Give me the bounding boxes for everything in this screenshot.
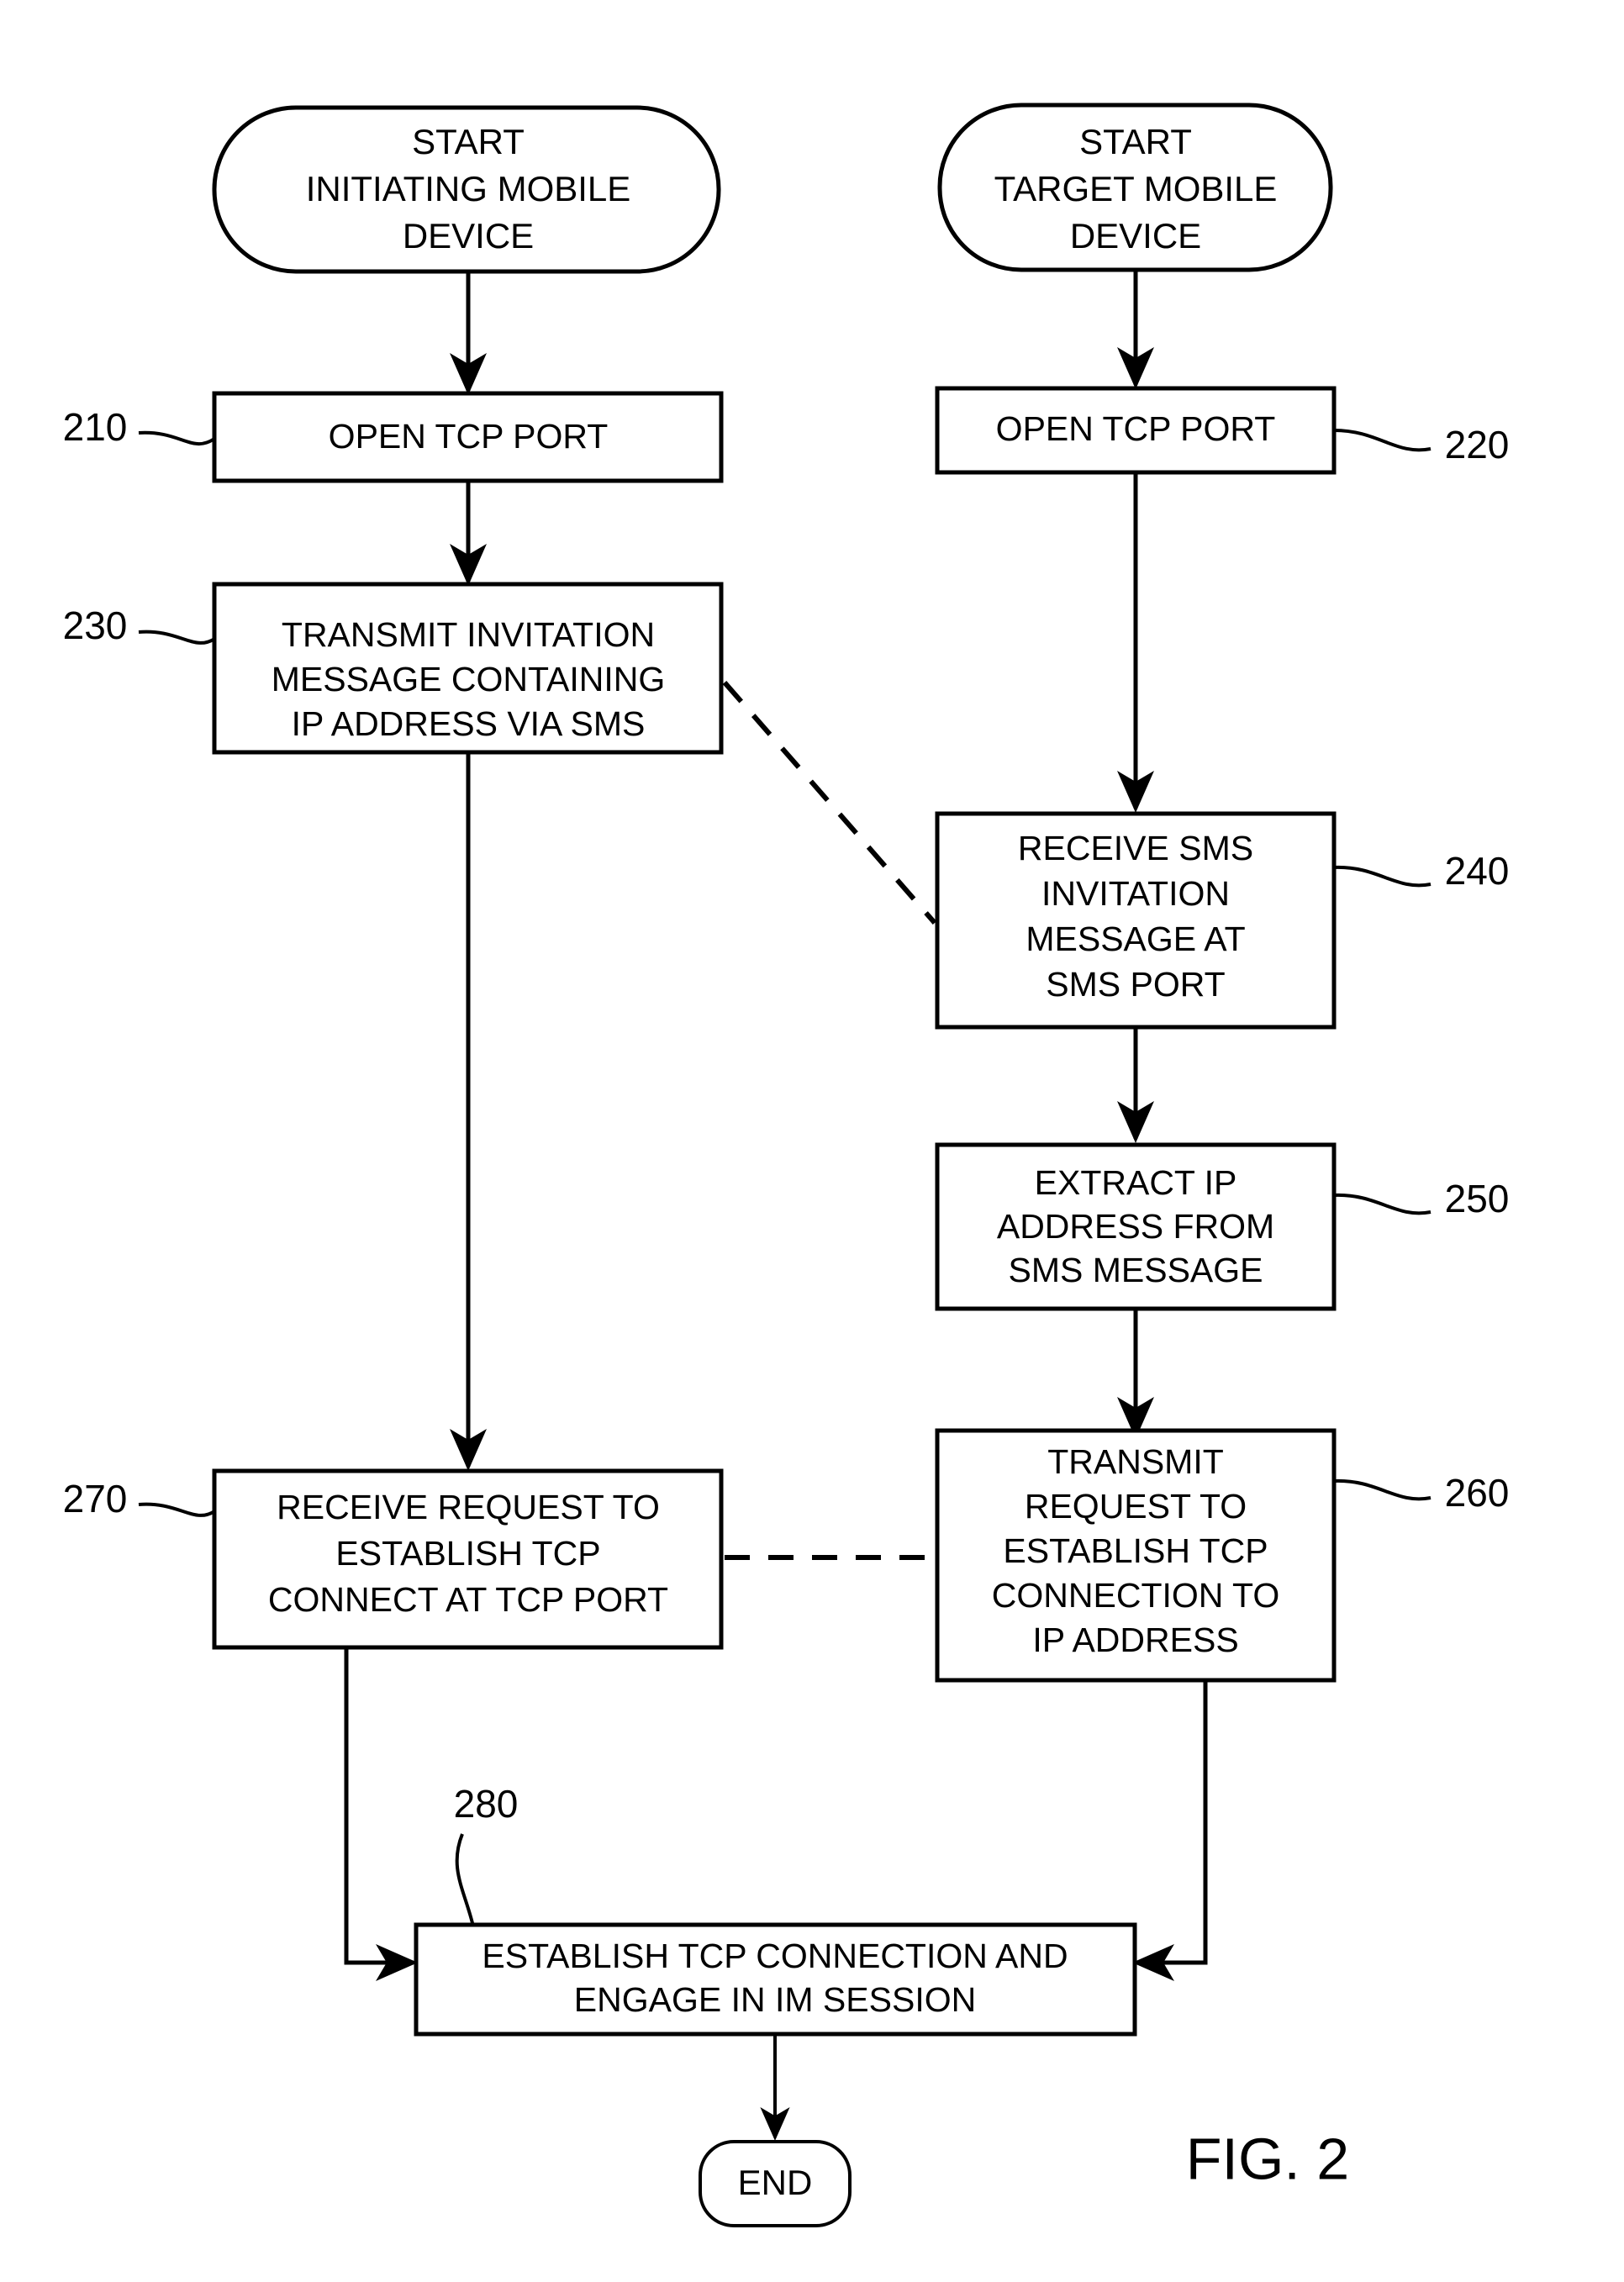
node-open-tcp-port-target: OPEN TCP PORT <box>935 386 1337 475</box>
reference-numeral-220: 220 <box>1445 423 1510 466</box>
node-label-250-line-2: SMS MESSAGE <box>1008 1251 1263 1289</box>
figure-label: FIG. 2 <box>1186 2126 1349 2191</box>
node-label-240-line-3: SMS PORT <box>1046 965 1225 1004</box>
reference-numeral-260: 260 <box>1445 1471 1510 1515</box>
node-label-280-line-0: ESTABLISH TCP CONNECTION AND <box>482 1937 1068 1975</box>
node-label-270-line-2: CONNECT AT TCP PORT <box>268 1580 668 1619</box>
node-transmit-request-establish-tcp: TRANSMIT REQUEST TO ESTABLISH TCP CONNEC… <box>935 1428 1337 1683</box>
reference-numeral-210: 210 <box>63 405 128 449</box>
node-start-initiating-mobile-device: START INITIATING MOBILE DEVICE <box>212 105 721 274</box>
reference-numeral-250: 250 <box>1445 1177 1510 1220</box>
patent-figure: START INITIATING MOBILE DEVICE START TAR… <box>0 0 1624 2282</box>
node-label-260-line-0: TRANSMIT <box>1047 1442 1224 1481</box>
node-label-250-line-0: EXTRACT IP <box>1035 1163 1237 1202</box>
node-label-280-line-1: ENGAGE IN IM SESSION <box>574 1980 976 2019</box>
node-label-260-line-1: REQUEST TO <box>1025 1487 1247 1526</box>
node-label-start-target-line-1: TARGET MOBILE <box>994 169 1278 208</box>
node-label-start-target-line-0: START <box>1079 122 1192 161</box>
node-receive-sms-invitation-message: RECEIVE SMS INVITATION MESSAGE AT SMS PO… <box>935 811 1337 1030</box>
node-label-start-target-line-2: DEVICE <box>1070 216 1201 256</box>
node-end: END <box>699 2140 852 2227</box>
reference-numeral-230: 230 <box>63 603 128 647</box>
node-label-240-line-0: RECEIVE SMS <box>1018 829 1253 867</box>
reference-numeral-240: 240 <box>1445 849 1510 893</box>
node-label-240-line-1: INVITATION <box>1041 874 1230 913</box>
node-label-270-line-1: ESTABLISH TCP <box>335 1534 600 1573</box>
node-establish-tcp-connection-im-session: ESTABLISH TCP CONNECTION AND ENGAGE IN I… <box>414 1922 1137 2037</box>
node-label-220-line-0: OPEN TCP PORT <box>996 409 1276 448</box>
node-label-260-line-3: CONNECTION TO <box>992 1576 1279 1615</box>
node-label-250-line-1: ADDRESS FROM <box>997 1207 1274 1246</box>
node-label-210-line-0: OPEN TCP PORT <box>329 417 609 456</box>
node-label-230-line-0: TRANSMIT INVITATION <box>282 615 655 654</box>
reference-numeral-280: 280 <box>454 1782 519 1826</box>
node-label-240-line-2: MESSAGE AT <box>1026 920 1245 958</box>
node-label-start-initiating-line-1: INITIATING MOBILE <box>306 169 631 208</box>
node-start-target-mobile-device: START TARGET MOBILE DEVICE <box>937 103 1333 272</box>
node-transmit-invitation-message: TRANSMIT INVITATION MESSAGE CONTAINING I… <box>212 582 724 755</box>
node-label-260-line-2: ESTABLISH TCP <box>1003 1531 1268 1570</box>
node-label-230-line-1: MESSAGE CONTAINING <box>272 660 666 698</box>
node-open-tcp-port-initiating: OPEN TCP PORT <box>212 391 724 483</box>
node-receive-request-establish-tcp: RECEIVE REQUEST TO ESTABLISH TCP CONNECT… <box>212 1468 724 1650</box>
node-label-start-initiating-line-2: DEVICE <box>403 216 534 256</box>
node-label-end: END <box>738 2163 813 2202</box>
flowchart-diagram: START INITIATING MOBILE DEVICE START TAR… <box>0 0 1624 2282</box>
node-label-230-line-2: IP ADDRESS VIA SMS <box>292 704 646 743</box>
reference-numeral-270: 270 <box>63 1477 128 1520</box>
node-label-270-line-0: RECEIVE REQUEST TO <box>277 1488 660 1526</box>
node-label-start-initiating-line-0: START <box>412 122 525 161</box>
node-label-260-line-4: IP ADDRESS <box>1032 1621 1238 1659</box>
node-extract-ip-address: EXTRACT IP ADDRESS FROM SMS MESSAGE <box>935 1142 1337 1311</box>
